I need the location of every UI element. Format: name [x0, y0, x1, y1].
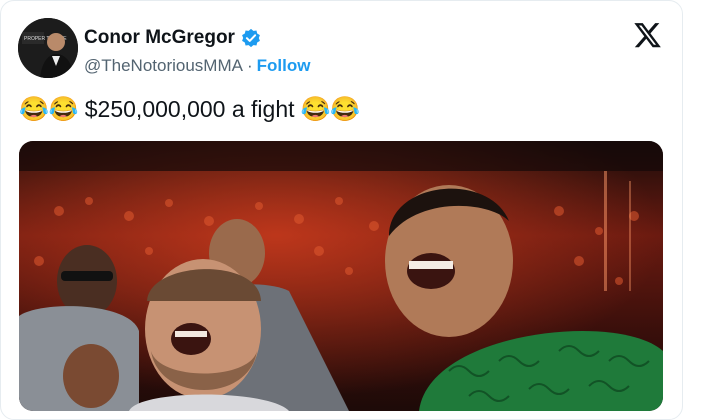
laughing-emoji-right: 😂😂 [300, 95, 361, 123]
avatar-image: PROPER TWELVE [18, 18, 78, 78]
follow-button[interactable]: Follow [257, 56, 311, 76]
author-handle[interactable]: @TheNotoriousMMA [84, 56, 243, 76]
x-logo-icon[interactable] [634, 23, 662, 49]
verified-badge-icon [242, 28, 260, 48]
laughing-emoji-left: 😂😂 [19, 95, 79, 123]
tweet-body: $250,000,000 a fight [84, 96, 295, 122]
tweet-card[interactable]: PROPER TWELVE Conor McGregor @TheNotorio… [0, 0, 683, 420]
author-name[interactable]: Conor McGregor [84, 27, 235, 49]
tweet-photo[interactable] [19, 141, 663, 411]
photo-image [19, 141, 663, 411]
tweet-text: 😂😂 $250,000,000 a fight 😂😂 [19, 96, 360, 123]
separator: · [246, 56, 253, 75]
author-name-row: Conor McGregor [84, 27, 261, 49]
avatar[interactable]: PROPER TWELVE [18, 18, 78, 78]
author-handle-row: @TheNotoriousMMA · Follow [84, 56, 310, 76]
